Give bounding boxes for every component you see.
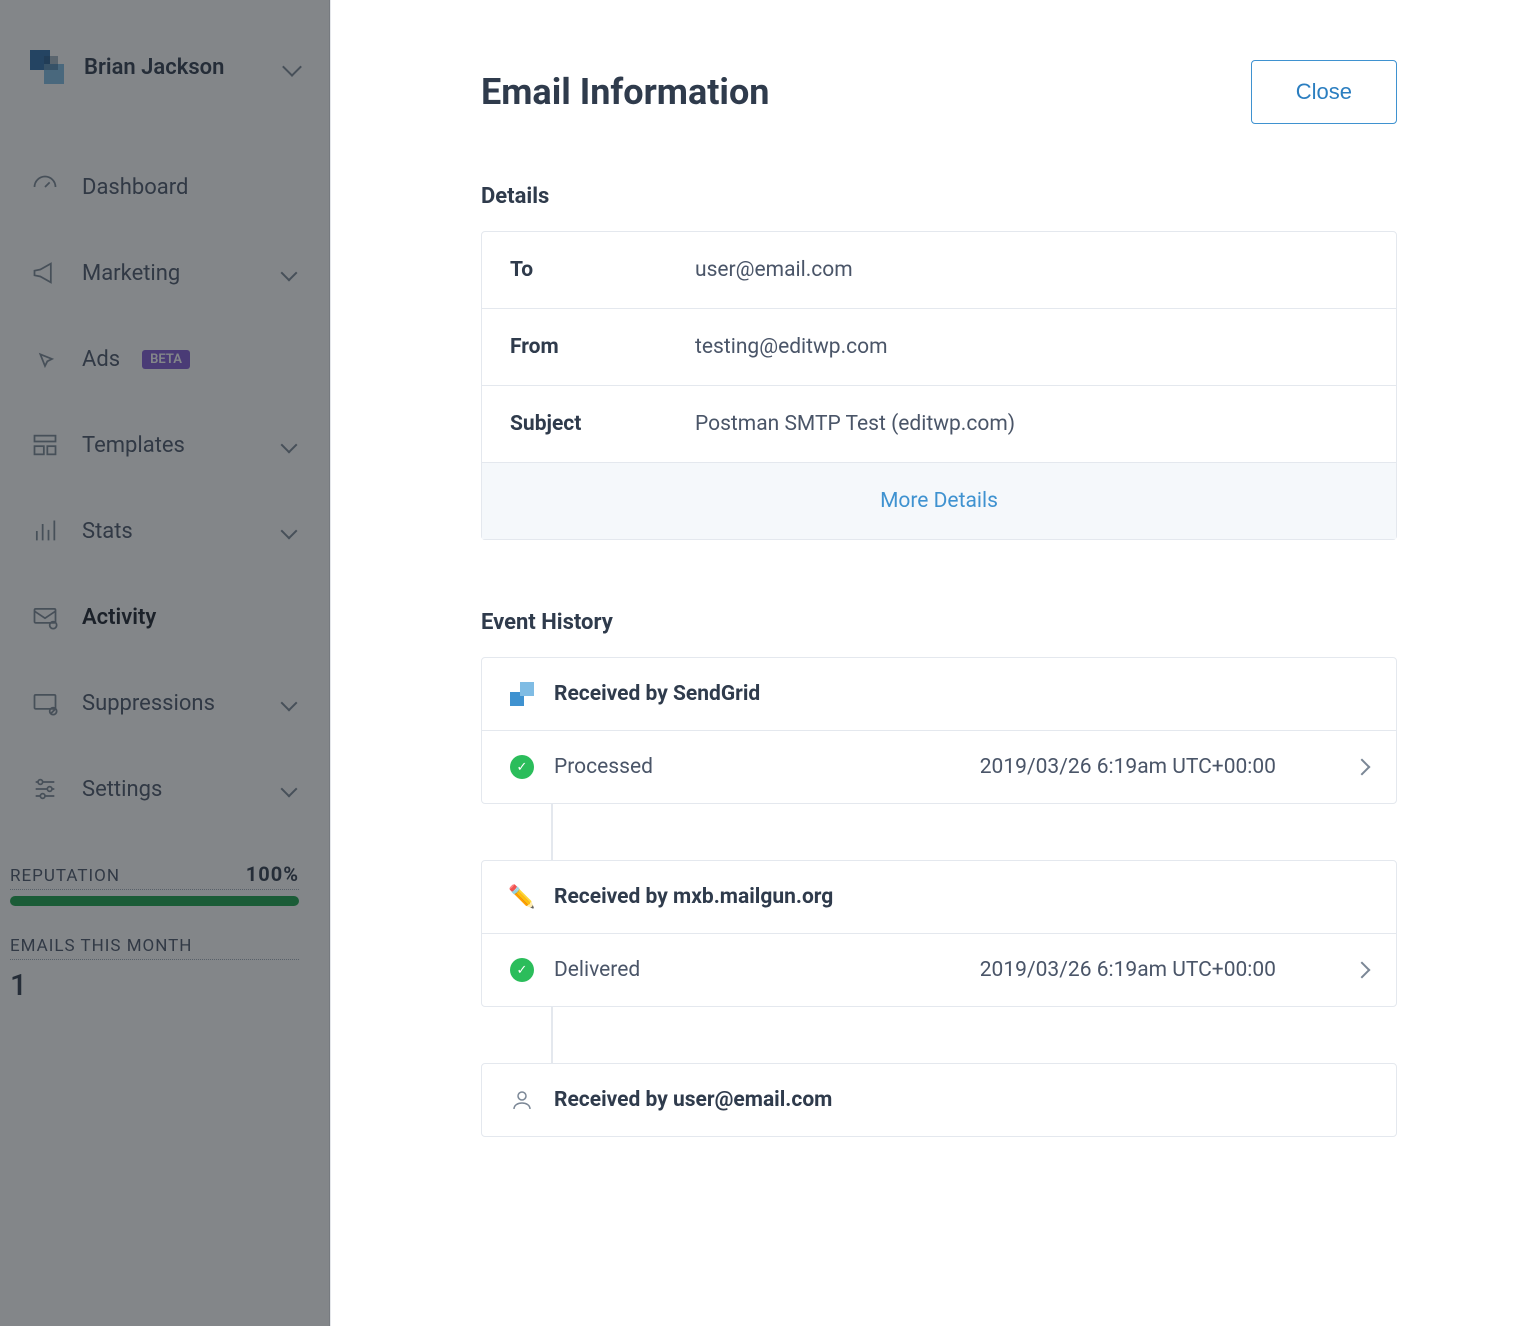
more-details-link[interactable]: More Details [482, 463, 1396, 539]
detail-label: To [510, 258, 695, 282]
check-icon: ✓ [510, 958, 534, 982]
event-row[interactable]: ✓ Processed 2019/03/26 6:19am UTC+00:00 [482, 731, 1396, 803]
event-status: Delivered [554, 958, 640, 982]
detail-label: Subject [510, 412, 695, 436]
close-button[interactable]: Close [1251, 60, 1397, 124]
pencil-icon: ✏️ [510, 885, 534, 909]
event-title: Received by mxb.mailgun.org [554, 885, 833, 909]
event-head: Received by SendGrid [482, 658, 1396, 731]
email-info-panel: Email Information Close Details To user@… [330, 0, 1517, 1326]
detail-value: testing@editwp.com [695, 335, 888, 359]
check-icon: ✓ [510, 755, 534, 779]
person-icon [510, 1088, 534, 1112]
panel-title: Email Information [481, 71, 769, 113]
event-time: 2019/03/26 6:19am UTC+00:00 [980, 755, 1276, 779]
event-time: 2019/03/26 6:19am UTC+00:00 [980, 958, 1276, 982]
event-head: Received by user@email.com [482, 1064, 1396, 1136]
event-status: Processed [554, 755, 653, 779]
detail-row-subject: Subject Postman SMTP Test (editwp.com) [482, 386, 1396, 463]
detail-row-from: From testing@editwp.com [482, 309, 1396, 386]
event-block-mailgun: ✏️ Received by mxb.mailgun.org ✓ Deliver… [481, 860, 1397, 1007]
event-history-label: Event History [481, 610, 1397, 635]
chevron-right-icon [1354, 962, 1371, 979]
event-row[interactable]: ✓ Delivered 2019/03/26 6:19am UTC+00:00 [482, 934, 1396, 1006]
modal-scrim[interactable] [0, 0, 330, 1326]
event-head: ✏️ Received by mxb.mailgun.org [482, 861, 1396, 934]
detail-value: user@email.com [695, 258, 853, 282]
event-block-sendgrid: Received by SendGrid ✓ Processed 2019/03… [481, 657, 1397, 804]
detail-value: Postman SMTP Test (editwp.com) [695, 412, 1015, 436]
event-block-recipient: Received by user@email.com [481, 1063, 1397, 1137]
chevron-right-icon [1354, 759, 1371, 776]
details-table: To user@email.com From testing@editwp.co… [481, 231, 1397, 540]
event-title: Received by user@email.com [554, 1088, 832, 1112]
event-title: Received by SendGrid [554, 682, 760, 706]
details-section-label: Details [481, 184, 1397, 209]
event-connector [551, 804, 553, 860]
sendgrid-icon [510, 682, 534, 706]
detail-row-to: To user@email.com [482, 232, 1396, 309]
event-connector [551, 1007, 553, 1063]
detail-label: From [510, 335, 695, 359]
